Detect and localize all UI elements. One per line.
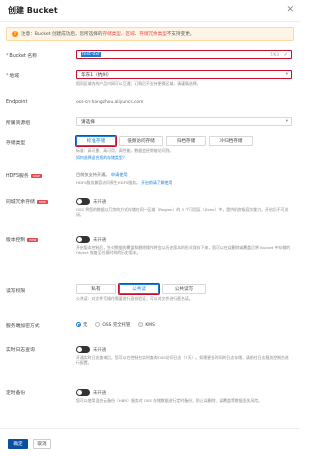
- region-select[interactable]: 华东1（杭州） ▾: [76, 70, 292, 79]
- redundancy-label: 同城冗余存储 new: [6, 200, 48, 205]
- storage-cold-archive-option[interactable]: 冷归档存储: [209, 136, 253, 146]
- storage-class-help-link[interactable]: 如何选择适合您的存储类型？: [76, 155, 292, 160]
- panel-title: 创建 Bucket: [8, 6, 58, 15]
- hdfs-label: HDFS服务 new: [6, 174, 42, 179]
- storage-ia-option[interactable]: 低频访问存储: [119, 136, 163, 146]
- chevron-down-icon: ▾: [285, 119, 288, 124]
- storage-class-options: 标准存储 低频访问存储 归档存储 冷归档存储: [75, 135, 292, 147]
- notice-banner: ! 注意：Bucket 创建成功后，您所选择的存储类型、区域、存储冗余类型不支持…: [6, 27, 294, 41]
- redundancy-toggle[interactable]: [76, 198, 90, 205]
- backup-desc: 您可以使用混合云备份（HBR）服务对 OSS 存储数据进行定时备份，防止误删除、…: [76, 398, 263, 403]
- acl-options: 私有 公共读 公共读写: [76, 283, 292, 295]
- versioning-desc: 开启版本控制后，针对数据的覆盖和删除操作将会以历史版本的形式保存下来，您可以在误…: [76, 245, 291, 256]
- versioning-toggle[interactable]: [76, 236, 90, 243]
- storage-class-label: 存储类型: [6, 141, 26, 146]
- backup-toggle[interactable]: [76, 389, 90, 396]
- endpoint-value: oss-cn-hangzhou.aliyuncs.com: [76, 100, 144, 105]
- cancel-button[interactable]: 取消: [33, 439, 51, 449]
- acl-private-option[interactable]: 私有: [76, 284, 116, 294]
- storage-class-desc: 标准：高可靠、高可用、高性能，数据会经常被访问到。: [76, 148, 174, 153]
- acl-public-rw-option[interactable]: 公共读写: [162, 284, 206, 294]
- encryption-oss-option[interactable]: OSS 完全托管: [95, 322, 130, 328]
- log-query-label: 实时日志查询: [6, 348, 35, 353]
- log-query-toggle[interactable]: [76, 346, 90, 353]
- hdfs-apply-link[interactable]: 申请使用: [111, 172, 128, 177]
- acl-desc: 公共读：对文件写操作需要进行身份验证；可以对文件进行匿名读。: [76, 296, 193, 301]
- encryption-kms-option[interactable]: KMS: [138, 322, 155, 328]
- confirm-button[interactable]: 确定: [8, 439, 28, 449]
- resource-group-select[interactable]: 请选择 ▾: [76, 117, 292, 126]
- bucket-name-counter: 7/63: [270, 52, 279, 57]
- create-bucket-panel: 创建 Bucket ✕ ! 注意：Bucket 创建成功后，您所选择的存储类型、…: [0, 0, 300, 456]
- storage-standard-option[interactable]: 标准存储: [75, 135, 117, 147]
- chevron-down-icon: ▾: [285, 72, 288, 77]
- check-icon: ✓: [283, 51, 288, 58]
- notice-text: 注意：Bucket 创建成功后，您所选择的存储类型、区域、存储冗余类型不支持变更…: [21, 32, 195, 37]
- storage-archive-option[interactable]: 归档存储: [166, 136, 206, 146]
- encryption-label: 服务端加密方式: [6, 324, 40, 329]
- bucket-name-label: *Bucket 名称: [6, 54, 37, 59]
- versioning-label: 版本控制 new: [6, 238, 39, 243]
- region-label: *地域: [6, 74, 20, 79]
- hdfs-doc-link[interactable]: 开启前请了解使用: [141, 180, 172, 185]
- log-query-desc: 开通实时日志查询后，您可以在控制台实时查询OSS访问日志（7天）。如需更长时间的…: [76, 355, 289, 366]
- encryption-none-option[interactable]: 无: [76, 322, 87, 328]
- acl-public-read-option[interactable]: 公共读: [118, 283, 160, 295]
- panel-header: 创建 Bucket ✕: [0, 0, 300, 22]
- endpoint-label: Endpoint: [6, 100, 28, 105]
- backup-label: 定时备份: [6, 391, 26, 396]
- bucket-name-input[interactable]: test-0xf 7/63 ✓: [76, 50, 292, 59]
- warning-icon: !: [12, 31, 18, 37]
- region-hint: 相同区域内的产品内网可以互通；订购后不支持更换区域，请谨慎选择。: [76, 81, 201, 86]
- encryption-options: 无 OSS 完全托管 KMS: [76, 322, 292, 328]
- close-icon[interactable]: ✕: [286, 6, 294, 15]
- resource-group-label: 所属资源组: [6, 121, 30, 126]
- panel-footer: 确定 取消: [0, 428, 300, 456]
- acl-label: 读写权限: [6, 289, 26, 294]
- redundancy-desc: OSS 将您的数据以冗余的方式存储在同一区域（Region）的 3 个可用区（Z…: [76, 207, 289, 218]
